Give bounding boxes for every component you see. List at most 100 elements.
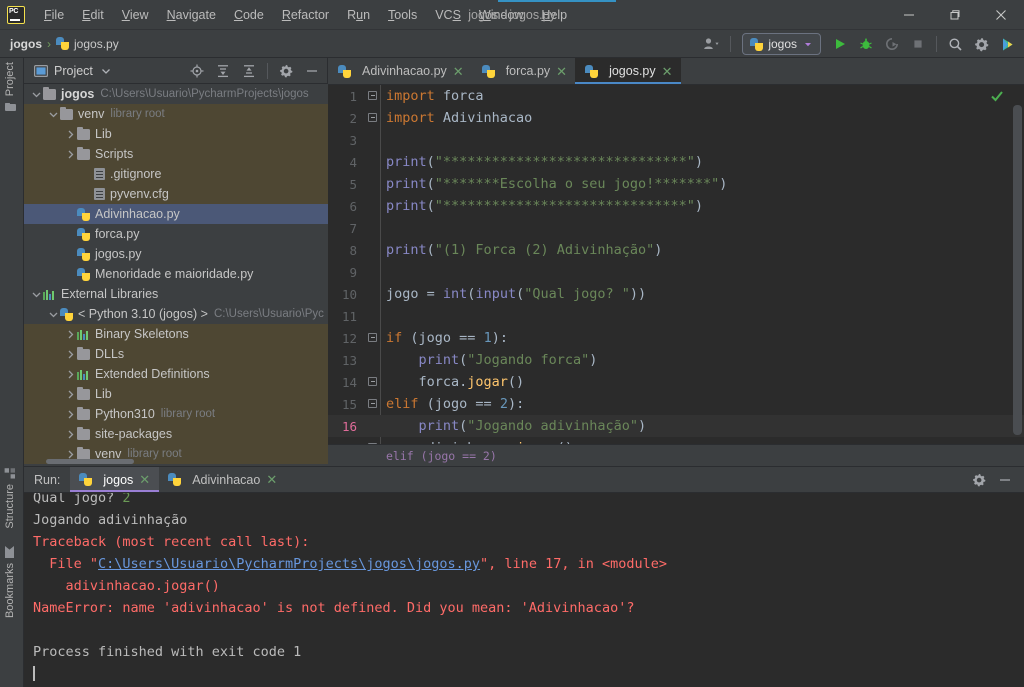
expand-all-icon[interactable] [210, 59, 236, 83]
code-line[interactable]: 13 print("Jogando forca") [328, 349, 1024, 371]
menu-item-vcs[interactable]: VCS [426, 0, 470, 30]
fold-toggle-icon[interactable] [366, 371, 380, 393]
locate-icon[interactable] [184, 59, 210, 83]
settings-icon[interactable] [968, 32, 994, 56]
code-line[interactable]: 4 print("******************************") [328, 151, 1024, 173]
menu-item-edit[interactable]: Edit [73, 0, 113, 30]
tree-item-python-3-10-jogos[interactable]: < Python 3.10 (jogos) > C:\Users\Usuario\… [24, 304, 328, 324]
collapse-all-icon[interactable] [236, 59, 262, 83]
editor-tab-jogos-py[interactable]: jogos.py ✕ [575, 58, 682, 84]
debug-icon[interactable] [853, 32, 879, 56]
breadcrumb-project[interactable]: jogos [10, 37, 42, 51]
code-line[interactable]: 10 jogo = int(input("Qual jogo? ")) [328, 283, 1024, 305]
close-icon[interactable]: ✕ [662, 65, 673, 78]
run-tab-jogos[interactable]: jogos ✕ [70, 467, 160, 492]
chevron-right-icon[interactable] [64, 344, 77, 364]
code-line[interactable]: 14 forca.jogar() [328, 371, 1024, 393]
chevron-right-icon[interactable] [64, 364, 77, 384]
tree-item-lib[interactable]: Lib [24, 384, 328, 404]
project-settings-icon[interactable] [273, 59, 299, 83]
code-line[interactable]: 3 [328, 129, 1024, 151]
updates-icon[interactable] [994, 32, 1020, 56]
tree-item-forca-py[interactable]: forca.py [24, 224, 328, 244]
menu-item-file[interactable]: File [35, 0, 73, 30]
code-line[interactable]: 11 [328, 305, 1024, 327]
account-icon[interactable] [699, 32, 725, 56]
tool-window-project-button[interactable]: Project [4, 62, 16, 113]
tree-item-binary-skeletons[interactable]: Binary Skeletons [24, 324, 328, 344]
run-console-output[interactable]: Qual jogo? 2 Jogando adivinhação Traceback… [24, 493, 1024, 687]
editor-tab-forca-py[interactable]: forca.py ✕ [472, 58, 575, 84]
run-icon[interactable] [827, 32, 853, 56]
file-path-link[interactable]: C:\Users\Usuario\PycharmProjects\jogos\j… [98, 556, 480, 572]
chevron-right-icon[interactable] [64, 324, 77, 344]
tool-window-bookmarks-button[interactable]: Bookmarks [4, 545, 16, 618]
tool-window-structure-button[interactable]: Structure [4, 468, 16, 529]
editor-tab-adivinhacao-py[interactable]: Adivinhacao.py ✕ [328, 58, 472, 84]
maximize-button[interactable] [932, 0, 978, 30]
tree-item-lib[interactable]: Lib [24, 124, 328, 144]
tree-item-menoridade-e-maioridade-py[interactable]: Menoridade e maioridade.py [24, 264, 328, 284]
tree-item-gitignore[interactable]: .gitignore [24, 164, 328, 184]
tree-item-jogos[interactable]: jogos C:\Users\Usuario\PycharmProjects\jo… [24, 84, 328, 104]
run-settings-icon[interactable] [966, 468, 992, 492]
menu-item-refactor[interactable]: Refactor [273, 0, 338, 30]
menu-item-code[interactable]: Code [225, 0, 273, 30]
code-line[interactable]: 2 import Adivinhacao [328, 107, 1024, 129]
tree-item-scripts[interactable]: Scripts [24, 144, 328, 164]
close-icon[interactable]: ✕ [266, 473, 277, 486]
chevron-down-icon[interactable] [47, 304, 60, 324]
code-line[interactable]: 6 print("******************************") [328, 195, 1024, 217]
breadcrumb-file[interactable]: jogos.py [56, 37, 119, 51]
close-button[interactable] [978, 0, 1024, 30]
chevron-down-icon[interactable] [30, 84, 43, 104]
menu-item-view[interactable]: View [113, 0, 158, 30]
close-icon[interactable]: ✕ [556, 65, 567, 78]
editor-scrollbar[interactable] [1013, 105, 1022, 435]
tree-item-pyvenv-cfg[interactable]: pyvenv.cfg [24, 184, 328, 204]
code-line[interactable]: 1 import forca [328, 85, 1024, 107]
fold-toggle-icon[interactable] [366, 327, 380, 349]
tree-item-adivinhacao-py[interactable]: Adivinhacao.py [24, 204, 328, 224]
chevron-right-icon[interactable] [64, 384, 77, 404]
code-line[interactable]: 7 [328, 217, 1024, 239]
tree-item-external-libraries[interactable]: External Libraries [24, 284, 328, 304]
tree-item-site-packages[interactable]: site-packages [24, 424, 328, 444]
coverage-icon[interactable] [879, 32, 905, 56]
menu-item-run[interactable]: Run [338, 0, 379, 30]
project-tree[interactable]: jogos C:\Users\Usuario\PycharmProjects\jo… [24, 84, 328, 466]
close-icon[interactable]: ✕ [139, 473, 150, 486]
chevron-down-icon[interactable] [30, 284, 43, 304]
menu-item-navigate[interactable]: Navigate [158, 0, 225, 30]
chevron-right-icon[interactable] [64, 424, 77, 444]
code-line[interactable]: 12 if (jogo == 1): [328, 327, 1024, 349]
fold-toggle-icon[interactable] [366, 107, 380, 129]
tree-item-dlls[interactable]: DLLs [24, 344, 328, 364]
code-line[interactable]: 16 print("Jogando adivinhação") [328, 415, 1024, 437]
code-editor[interactable]: 1 import forca 2 import Adivinhacao 3 4 print(… [328, 85, 1024, 466]
stop-icon[interactable] [905, 32, 931, 56]
tree-item-python310[interactable]: Python310 library root [24, 404, 328, 424]
chevron-right-icon[interactable] [64, 404, 77, 424]
code-line[interactable]: 15 elif (jogo == 2): [328, 393, 1024, 415]
run-configuration-selector[interactable]: jogos [742, 33, 821, 55]
chevron-right-icon[interactable] [64, 144, 77, 164]
close-icon[interactable]: ✕ [453, 65, 464, 78]
tree-item-extended-definitions[interactable]: Extended Definitions [24, 364, 328, 384]
chevron-right-icon[interactable] [64, 124, 77, 144]
tree-item-venv[interactable]: venv library root [24, 104, 328, 124]
project-horizontal-scrollbar[interactable] [46, 459, 134, 464]
inspection-status-icon[interactable] [990, 89, 1004, 103]
run-hide-icon[interactable] [992, 468, 1018, 492]
search-icon[interactable] [942, 32, 968, 56]
minimize-button[interactable] [886, 0, 932, 30]
fold-toggle-icon[interactable] [366, 85, 380, 107]
code-line[interactable]: 8 print("(1) Forca (2) Adivinhação") [328, 239, 1024, 261]
fold-toggle-icon[interactable] [366, 393, 380, 415]
menu-item-tools[interactable]: Tools [379, 0, 426, 30]
project-chevron-down-icon[interactable] [101, 66, 111, 76]
hide-panel-icon[interactable] [299, 59, 325, 83]
code-line[interactable]: 5 print("*******Escolha o seu jogo!******… [328, 173, 1024, 195]
run-tab-adivinhacao[interactable]: Adivinhacao ✕ [159, 467, 286, 492]
chevron-down-icon[interactable] [47, 104, 60, 124]
